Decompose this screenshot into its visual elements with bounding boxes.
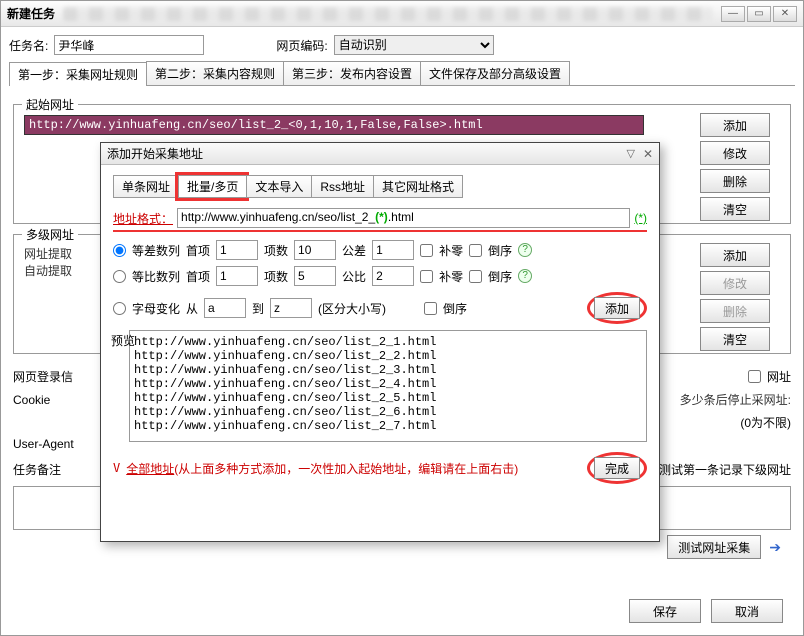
preview-label: 预览 [111, 332, 135, 349]
dialog-titlebar: 添加开始采集地址 ▽ ✕ [101, 143, 659, 165]
start-url-display[interactable]: http://www.yinhuafeng.cn/seo/list_2_<0,1… [24, 115, 644, 135]
encoding-label: 网页编码: [276, 37, 327, 54]
group-start-title: 起始网址 [22, 96, 78, 113]
main-titlebar: 新建任务 — ▭ ✕ [1, 1, 803, 27]
main-title: 新建任务 [7, 5, 55, 22]
toolbar-blur [63, 7, 713, 21]
dlg-tab-single[interactable]: 单条网址 [113, 175, 179, 198]
multi-add-button[interactable]: 添加 [700, 243, 770, 267]
mode-arithmetic-radio[interactable] [113, 244, 126, 257]
tab-step2[interactable]: 第二步：采集内容规则 [146, 61, 284, 85]
geo-rev-checkbox[interactable] [469, 270, 482, 283]
taskname-input[interactable] [54, 35, 204, 55]
arith-help-icon[interactable]: ? [518, 243, 532, 257]
wildcard-link[interactable]: (*) [634, 211, 647, 225]
remark-label: 任务备注 [13, 461, 61, 478]
group-multi-title: 多级网址 [22, 226, 78, 243]
start-add-button[interactable]: 添加 [700, 113, 770, 137]
dialog-close-icon[interactable]: ✕ [643, 147, 653, 161]
expand-icon[interactable]: V [113, 461, 120, 475]
letter-rev-checkbox[interactable] [424, 302, 437, 315]
geo-help-icon[interactable]: ? [518, 269, 532, 283]
arith-count-input[interactable] [294, 240, 336, 260]
arith-first-input[interactable] [216, 240, 258, 260]
cookie-label: Cookie [13, 393, 50, 407]
done-button[interactable]: 完成 [594, 457, 640, 479]
add-url-dialog: 添加开始采集地址 ▽ ✕ 单条网址 批量/多页 文本导入 Rss地址 其它网址格… [100, 142, 660, 542]
multi-edit-button[interactable]: 修改 [700, 271, 770, 295]
start-edit-button[interactable]: 修改 [700, 141, 770, 165]
taskname-label: 任务名: [9, 37, 48, 54]
encoding-select[interactable]: 自动识别 [334, 35, 494, 55]
arith-diff-input[interactable] [372, 240, 414, 260]
mode-letter-radio[interactable] [113, 302, 126, 315]
tab-step4[interactable]: 文件保存及部分高级设置 [420, 61, 570, 85]
multi-delete-button[interactable]: 删除 [700, 299, 770, 323]
test-collect-button[interactable]: 测试网址采集 [667, 535, 761, 559]
letter-from-input[interactable] [204, 298, 246, 318]
dialog-tabs: 单条网址 批量/多页 文本导入 Rss地址 其它网址格式 [113, 175, 647, 198]
geo-ratio-input[interactable] [372, 266, 414, 286]
arrow-icon[interactable]: ➔ [769, 539, 781, 556]
start-delete-button[interactable]: 删除 [700, 169, 770, 193]
minimize-button[interactable]: — [721, 6, 745, 22]
tab-step3[interactable]: 第三步：发布内容设置 [283, 61, 421, 85]
start-clear-button[interactable]: 清空 [700, 197, 770, 221]
close-button[interactable]: ✕ [773, 6, 797, 22]
dialog-dropdown-icon[interactable]: ▽ [626, 147, 634, 160]
dlg-tab-rss[interactable]: Rss地址 [311, 175, 374, 198]
dialog-title: 添加开始采集地址 [107, 145, 626, 162]
ua-label: User-Agent [13, 437, 74, 451]
login-label: 网页登录信 [13, 368, 73, 385]
arith-pad-checkbox[interactable] [420, 244, 433, 257]
maximize-button[interactable]: ▭ [747, 6, 771, 22]
addr-format-input[interactable]: http://www.yinhuafeng.cn/seo/list_2_(*).… [177, 208, 630, 228]
geo-first-input[interactable] [216, 266, 258, 286]
mode-geometric-radio[interactable] [113, 270, 126, 283]
tab-step1[interactable]: 第一步：采集网址规则 [9, 62, 147, 86]
letter-to-input[interactable] [270, 298, 312, 318]
multi-clear-button[interactable]: 清空 [700, 327, 770, 351]
save-button[interactable]: 保存 [629, 599, 701, 623]
url-checkbox[interactable] [748, 370, 761, 383]
dlg-tab-other[interactable]: 其它网址格式 [373, 175, 463, 198]
dlg-tab-batch[interactable]: 批量/多页 [178, 175, 247, 198]
addr-format-label: 地址格式： [113, 210, 173, 227]
geo-count-input[interactable] [294, 266, 336, 286]
main-tabs: 第一步：采集网址规则 第二步：采集内容规则 第三步：发布内容设置 文件保存及部分… [9, 61, 795, 86]
preview-list[interactable]: http://www.yinhuafeng.cn/seo/list_2_1.ht… [129, 330, 647, 442]
dialog-add-button[interactable]: 添加 [594, 297, 640, 319]
arith-rev-checkbox[interactable] [469, 244, 482, 257]
cancel-button[interactable]: 取消 [711, 599, 783, 623]
geo-pad-checkbox[interactable] [420, 270, 433, 283]
dlg-tab-import[interactable]: 文本导入 [246, 175, 312, 198]
